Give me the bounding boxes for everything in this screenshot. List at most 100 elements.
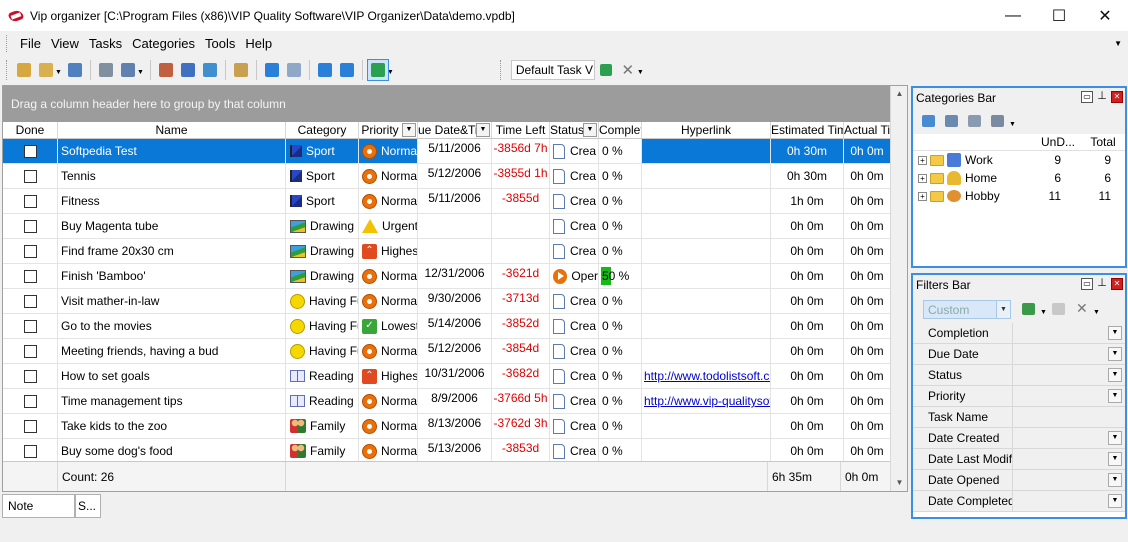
task-name[interactable]: Fitness <box>58 189 286 213</box>
minimize-button[interactable]: — <box>990 0 1036 31</box>
task-name[interactable]: Go to the movies <box>58 314 286 338</box>
priority-cell[interactable]: Normal <box>359 289 418 313</box>
chevron-down-icon[interactable]: ▼ <box>1108 368 1122 382</box>
menu-file[interactable]: File <box>15 33 46 54</box>
done-checkbox[interactable] <box>23 369 37 383</box>
task-name[interactable]: How to set goals <box>58 364 286 388</box>
category-cell[interactable]: Drawing <box>286 239 359 263</box>
column-header-status[interactable]: Status ▼ <box>550 122 599 138</box>
table-row[interactable]: Time management tips Reading Normal 8/9/200… <box>3 389 891 414</box>
done-checkbox[interactable] <box>23 319 37 333</box>
close-icon[interactable]: ✕ <box>1111 278 1123 290</box>
delete-view-button[interactable]: ✕ <box>617 59 639 81</box>
column-header-estimated-time[interactable]: Estimated Time <box>771 122 844 138</box>
table-row[interactable]: Visit mather-in-law Having Fu Normal 9/30/2… <box>3 289 891 314</box>
done-checkbox[interactable] <box>23 169 37 183</box>
filter-value[interactable]: ▼ <box>1013 365 1125 385</box>
filter-row[interactable]: Completion ▼ <box>913 323 1125 344</box>
add-subcategory-button[interactable] <box>942 112 962 130</box>
new-database-button[interactable] <box>13 59 35 81</box>
filter-row[interactable]: Priority ▼ <box>913 386 1125 407</box>
move-up-button[interactable] <box>283 59 305 81</box>
status-cell[interactable]: Crea <box>550 364 599 388</box>
status-cell[interactable]: Crea <box>550 139 599 163</box>
hyperlink-cell[interactable] <box>642 189 771 213</box>
chevron-down-icon[interactable]: ▼ <box>1108 347 1122 361</box>
category-cell[interactable]: Family <box>286 439 359 463</box>
category-cell[interactable]: Sport <box>286 164 359 188</box>
table-row[interactable]: How to set goals Reading ⌃ Highes 10/31/2006… <box>3 364 891 389</box>
complete-cell[interactable]: 0 % <box>599 364 642 388</box>
column-header-category[interactable]: Category <box>286 122 359 138</box>
filter-preset-select[interactable]: Custom ▼ <box>923 299 1011 319</box>
complete-cell[interactable]: 0 % <box>599 239 642 263</box>
reminder-button[interactable] <box>366 58 389 81</box>
column-header-done[interactable]: Done <box>3 122 58 138</box>
chevron-down-icon[interactable]: ▼ <box>996 300 1010 318</box>
restore-icon[interactable]: ▭ <box>1081 91 1093 103</box>
close-icon[interactable]: ✕ <box>1111 91 1123 103</box>
restore-icon[interactable]: ▭ <box>1081 278 1093 290</box>
done-checkbox[interactable] <box>23 344 37 358</box>
status-cell[interactable]: Crea <box>550 289 599 313</box>
complete-cell[interactable]: 0 % <box>599 439 642 463</box>
menu-tools[interactable]: Tools <box>200 33 240 54</box>
column-header-priority[interactable]: Priority ▼ <box>359 122 418 138</box>
column-header-name[interactable]: Name <box>58 122 286 138</box>
table-row[interactable]: Meeting friends, having a bud Having Fu No… <box>3 339 891 364</box>
chevron-down-icon[interactable]: ▼ <box>1108 473 1122 487</box>
due-date-cell[interactable]: 8/9/2006 <box>418 389 492 413</box>
category-cell[interactable]: Sport <box>286 189 359 213</box>
column-header-due-date[interactable]: ue Date&Tin ▼ <box>418 122 492 138</box>
task-name[interactable]: Meeting friends, having a bud <box>58 339 286 363</box>
status-cell[interactable]: Crea <box>550 164 599 188</box>
print-preview-button[interactable] <box>117 59 139 81</box>
filter-row[interactable]: Task Name <box>913 407 1125 428</box>
complete-cell[interactable]: 0 % <box>599 139 642 163</box>
hyperlink-cell[interactable] <box>642 289 771 313</box>
complete-cell[interactable]: 0 % <box>599 189 642 213</box>
due-date-cell[interactable] <box>418 214 492 238</box>
table-row[interactable]: Fitness Sport Normal 5/11/2006 -3855d Crea 0 %… <box>3 189 891 214</box>
save-button[interactable] <box>64 59 86 81</box>
hyperlink-cell[interactable] <box>642 214 771 238</box>
due-date-cell[interactable]: 5/12/2006 <box>418 164 492 188</box>
complete-cell[interactable]: 0 % <box>599 339 642 363</box>
table-row[interactable]: Finish 'Bamboo' Drawing Normal 12/31/2006 -3… <box>3 264 891 289</box>
status-cell[interactable]: Crea <box>550 214 599 238</box>
menu-view[interactable]: View <box>46 33 84 54</box>
complete-cell[interactable]: 0 % <box>599 389 642 413</box>
priority-cell[interactable]: Normal <box>359 264 418 288</box>
subtask-button[interactable] <box>199 59 221 81</box>
category-cell[interactable]: Having Fu <box>286 289 359 313</box>
filter-dropdown-icon[interactable]: ▼ <box>583 123 597 137</box>
category-cell[interactable]: Having Fu <box>286 314 359 338</box>
due-date-cell[interactable]: 9/30/2006 <box>418 289 492 313</box>
task-name[interactable]: Time management tips <box>58 389 286 413</box>
priority-cell[interactable]: ⌃ Highes <box>359 239 418 263</box>
priority-cell[interactable]: ✓ Lowest <box>359 314 418 338</box>
complete-cell[interactable]: 0 % <box>599 214 642 238</box>
menu-categories[interactable]: Categories <box>127 33 200 54</box>
categories-dropdown-icon[interactable]: ▼ <box>1009 121 1016 128</box>
menu-grip-handle[interactable] <box>6 35 9 52</box>
hyperlink-cell[interactable] <box>642 139 771 163</box>
pin-icon[interactable]: ⊥ <box>1096 91 1108 103</box>
apply-view-button[interactable] <box>595 59 617 81</box>
complete-cell[interactable]: 0 % <box>599 289 642 313</box>
task-name[interactable]: Buy Magenta tube <box>58 214 286 238</box>
expand-all-button[interactable] <box>314 59 336 81</box>
due-date-cell[interactable]: 8/13/2006 <box>418 414 492 438</box>
status-cell[interactable]: Crea <box>550 239 599 263</box>
due-date-cell[interactable] <box>418 239 492 263</box>
task-name[interactable]: Softpedia Test <box>58 139 286 163</box>
status-cell[interactable]: Crea <box>550 314 599 338</box>
hyperlink-cell[interactable] <box>642 414 771 438</box>
due-date-cell[interactable]: 5/13/2006 <box>418 439 492 463</box>
add-category-button[interactable] <box>919 112 939 130</box>
priority-cell[interactable]: ⌃ Highes <box>359 364 418 388</box>
filter-value[interactable]: ▼ <box>1013 491 1125 511</box>
chevron-down-icon[interactable]: ▼ <box>1108 431 1122 445</box>
category-cell[interactable]: Sport <box>286 139 359 163</box>
menu-tasks[interactable]: Tasks <box>84 33 127 54</box>
